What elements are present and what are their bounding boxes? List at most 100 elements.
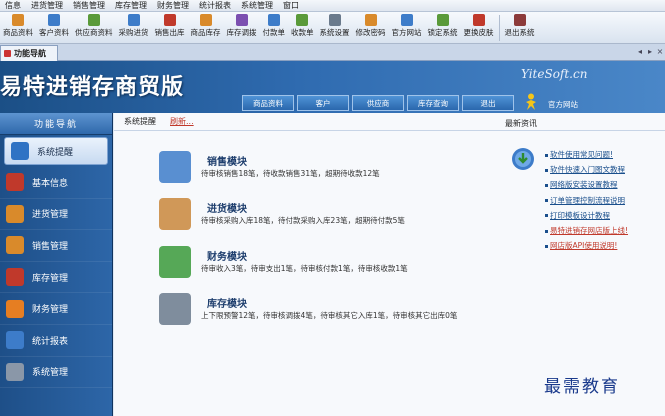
- chevron-left-icon[interactable]: ◂: [635, 47, 645, 57]
- tab-strip: 功能导航 ◂ ▸ ×: [0, 44, 665, 61]
- sidebar-item-icon: [6, 204, 24, 223]
- news-item: 打印模板设计教程: [545, 208, 628, 223]
- menu-item-finance[interactable]: 财务管理: [152, 0, 194, 12]
- module-summary[interactable]: 待审收入3笔，待审支出1笔，待审核付款1笔，待审核收款1笔: [201, 263, 408, 274]
- module-icon: [159, 293, 191, 325]
- sidebar-item-0[interactable]: 系统提醒: [4, 137, 108, 165]
- sidebar-item-label: 销售管理: [32, 241, 69, 252]
- toolbar-button-0[interactable]: 商品资料: [0, 12, 36, 42]
- news-link[interactable]: 软件使用常见问题!: [550, 150, 613, 159]
- toolbar-icon: [127, 14, 140, 26]
- news-item: 易特进销存网店版上线!: [545, 223, 628, 238]
- toolbar-button-14[interactable]: 退出系统: [502, 12, 538, 42]
- toolbar-button-5[interactable]: 商品库存: [188, 12, 224, 42]
- toolbar-label: 更换皮肤: [463, 28, 494, 37]
- banner-tab-customer[interactable]: 客户: [297, 95, 349, 111]
- toolbar-label: 修改密码: [355, 28, 386, 37]
- bullet-icon: [545, 214, 548, 218]
- news-link[interactable]: 易特进销存网店版上线!: [550, 226, 628, 235]
- news-link[interactable]: 软件快速入门图文教程: [550, 165, 625, 174]
- person-icon[interactable]: [524, 93, 538, 111]
- toolbar-button-11[interactable]: 官方网站: [389, 12, 425, 42]
- toolbar-icon: [364, 14, 377, 26]
- banner-tabs: 商品资料 客户 供应商 库存查询 退出: [242, 95, 514, 111]
- toolbar-button-2[interactable]: 供应商资料: [72, 12, 116, 42]
- news-link[interactable]: 网络版安装设置教程: [550, 180, 618, 189]
- section-title: 系统提醒: [124, 117, 156, 126]
- toolbar-label: 锁定系统: [427, 28, 458, 37]
- toolbar-label: 官方网站: [391, 28, 422, 37]
- main-header: 系统提醒 刷新...: [114, 113, 665, 131]
- module-title[interactable]: 销售模块: [207, 153, 247, 168]
- sidebar-item-4[interactable]: 库存管理: [0, 262, 112, 294]
- sidebar-item-label: 进货管理: [32, 210, 69, 221]
- module-summary[interactable]: 待审核销售18笔，待收款销售31笔，超期待收款12笔: [201, 168, 380, 179]
- news-item: 网络版安装设置教程: [545, 177, 628, 192]
- sidebar-item-3[interactable]: 销售管理: [0, 230, 112, 262]
- banner-tab-stock-query[interactable]: 库存查询: [407, 95, 459, 111]
- menu-item-system[interactable]: 系统管理: [236, 0, 278, 12]
- toolbar-button-3[interactable]: 采购进货: [116, 12, 152, 42]
- menu-item-window[interactable]: 窗口: [278, 0, 304, 12]
- toolbar-button-9[interactable]: 系统设置: [317, 12, 353, 42]
- official-site-link[interactable]: 官方网站: [548, 99, 578, 110]
- toolbar-button-7[interactable]: 付款单: [260, 12, 289, 42]
- toolbar-button-12[interactable]: 锁定系统: [425, 12, 461, 42]
- toolbar-button-4[interactable]: 销售出库: [152, 12, 188, 42]
- toolbar-label: 系统设置: [319, 28, 350, 37]
- module-title[interactable]: 库存模块: [207, 295, 247, 310]
- close-icon[interactable]: ×: [655, 47, 665, 57]
- toolbar-label: 采购进货: [118, 28, 149, 37]
- module-title[interactable]: 财务模块: [207, 248, 247, 263]
- toolbar-button-10[interactable]: 修改密码: [353, 12, 389, 42]
- news-list: 软件使用常见问题! 软件快速入门图文教程 网络版安装设置教程 订单管理控制流程说明 打印…: [545, 147, 628, 253]
- menu-item-sales[interactable]: 销售管理: [68, 0, 110, 12]
- module-icon: [159, 151, 191, 183]
- sidebar-item-2[interactable]: 进货管理: [0, 199, 112, 231]
- toolbar-separator: [498, 15, 500, 41]
- toolbar-button-8[interactable]: 收款单: [288, 12, 317, 42]
- toolbar-icon: [472, 14, 485, 26]
- banner-tab-exit[interactable]: 退出: [462, 95, 514, 111]
- news-link[interactable]: 打印模板设计教程: [550, 211, 610, 220]
- toolbar-button-6[interactable]: 库存调拨: [224, 12, 260, 42]
- sidebar: 功能导航 系统提醒 基本信息 进货管理 销售管理 库存管理 财务管理 统计报表 系统管理: [0, 113, 113, 416]
- tab-function-nav[interactable]: 功能导航: [0, 45, 58, 61]
- module-summary[interactable]: 待审核采购入库18笔，待付款采购入库23笔，超期待付款5笔: [201, 215, 405, 226]
- news-link[interactable]: 订单管理控制流程说明: [550, 196, 625, 205]
- sidebar-item-5[interactable]: 财务管理: [0, 293, 112, 325]
- toolbar-icon: [513, 14, 526, 26]
- news-link[interactable]: 网店版API使用说明!: [550, 241, 617, 250]
- chevron-right-icon[interactable]: ▸: [645, 47, 655, 57]
- bullet-icon: [545, 183, 548, 187]
- menu-item-info[interactable]: 信息: [0, 0, 26, 12]
- sidebar-item-icon: [11, 142, 29, 160]
- news-title: 最新资讯: [505, 119, 537, 128]
- toolbar-icon: [436, 14, 449, 26]
- toolbar-icon: [296, 14, 309, 26]
- menu-item-inventory[interactable]: 库存管理: [110, 0, 152, 12]
- banner-tab-goods[interactable]: 商品资料: [242, 95, 294, 111]
- bullet-icon: [545, 199, 548, 203]
- banner-tab-supplier[interactable]: 供应商: [352, 95, 404, 111]
- sidebar-item-7[interactable]: 系统管理: [0, 357, 112, 389]
- module-summary[interactable]: 上下限预警12笔，待审核调拨4笔，待审核其它入库1笔，待审核其它出库0笔: [201, 310, 457, 321]
- main-panel: 系统提醒 刷新... 最新资讯 销售模块 待审核销售18笔，待收款销售31笔，超期…: [114, 113, 665, 416]
- menu-item-reports[interactable]: 统计报表: [194, 0, 236, 12]
- banner: 易特进销存商贸版 YiteSoft.cn 商品资料 客户 供应商 库存查询 退出…: [0, 61, 665, 113]
- module-title[interactable]: 进货模块: [207, 200, 247, 215]
- toolbar-button-13[interactable]: 更换皮肤: [461, 12, 497, 42]
- refresh-link[interactable]: 刷新...: [170, 116, 194, 127]
- sidebar-item-1[interactable]: 基本信息: [0, 167, 112, 199]
- toolbar-icon: [12, 14, 24, 26]
- toolbar-button-1[interactable]: 客户资料: [36, 12, 72, 42]
- sidebar-item-label: 基本信息: [32, 178, 69, 189]
- toolbar-label: 客户资料: [39, 28, 69, 37]
- sidebar-item-6[interactable]: 统计报表: [0, 325, 112, 357]
- close-icon[interactable]: [4, 50, 11, 57]
- toolbar-label: 付款单: [262, 28, 286, 37]
- watermark: 最需教育: [544, 377, 620, 397]
- menu-item-purchase[interactable]: 进货管理: [26, 0, 68, 12]
- module-0: 销售模块 待审核销售18笔，待收款销售31笔，超期待收款12笔: [159, 151, 519, 191]
- module-3: 库存模块 上下限预警12笔，待审核调拨4笔，待审核其它入库1笔，待审核其它出库0笔: [159, 293, 519, 333]
